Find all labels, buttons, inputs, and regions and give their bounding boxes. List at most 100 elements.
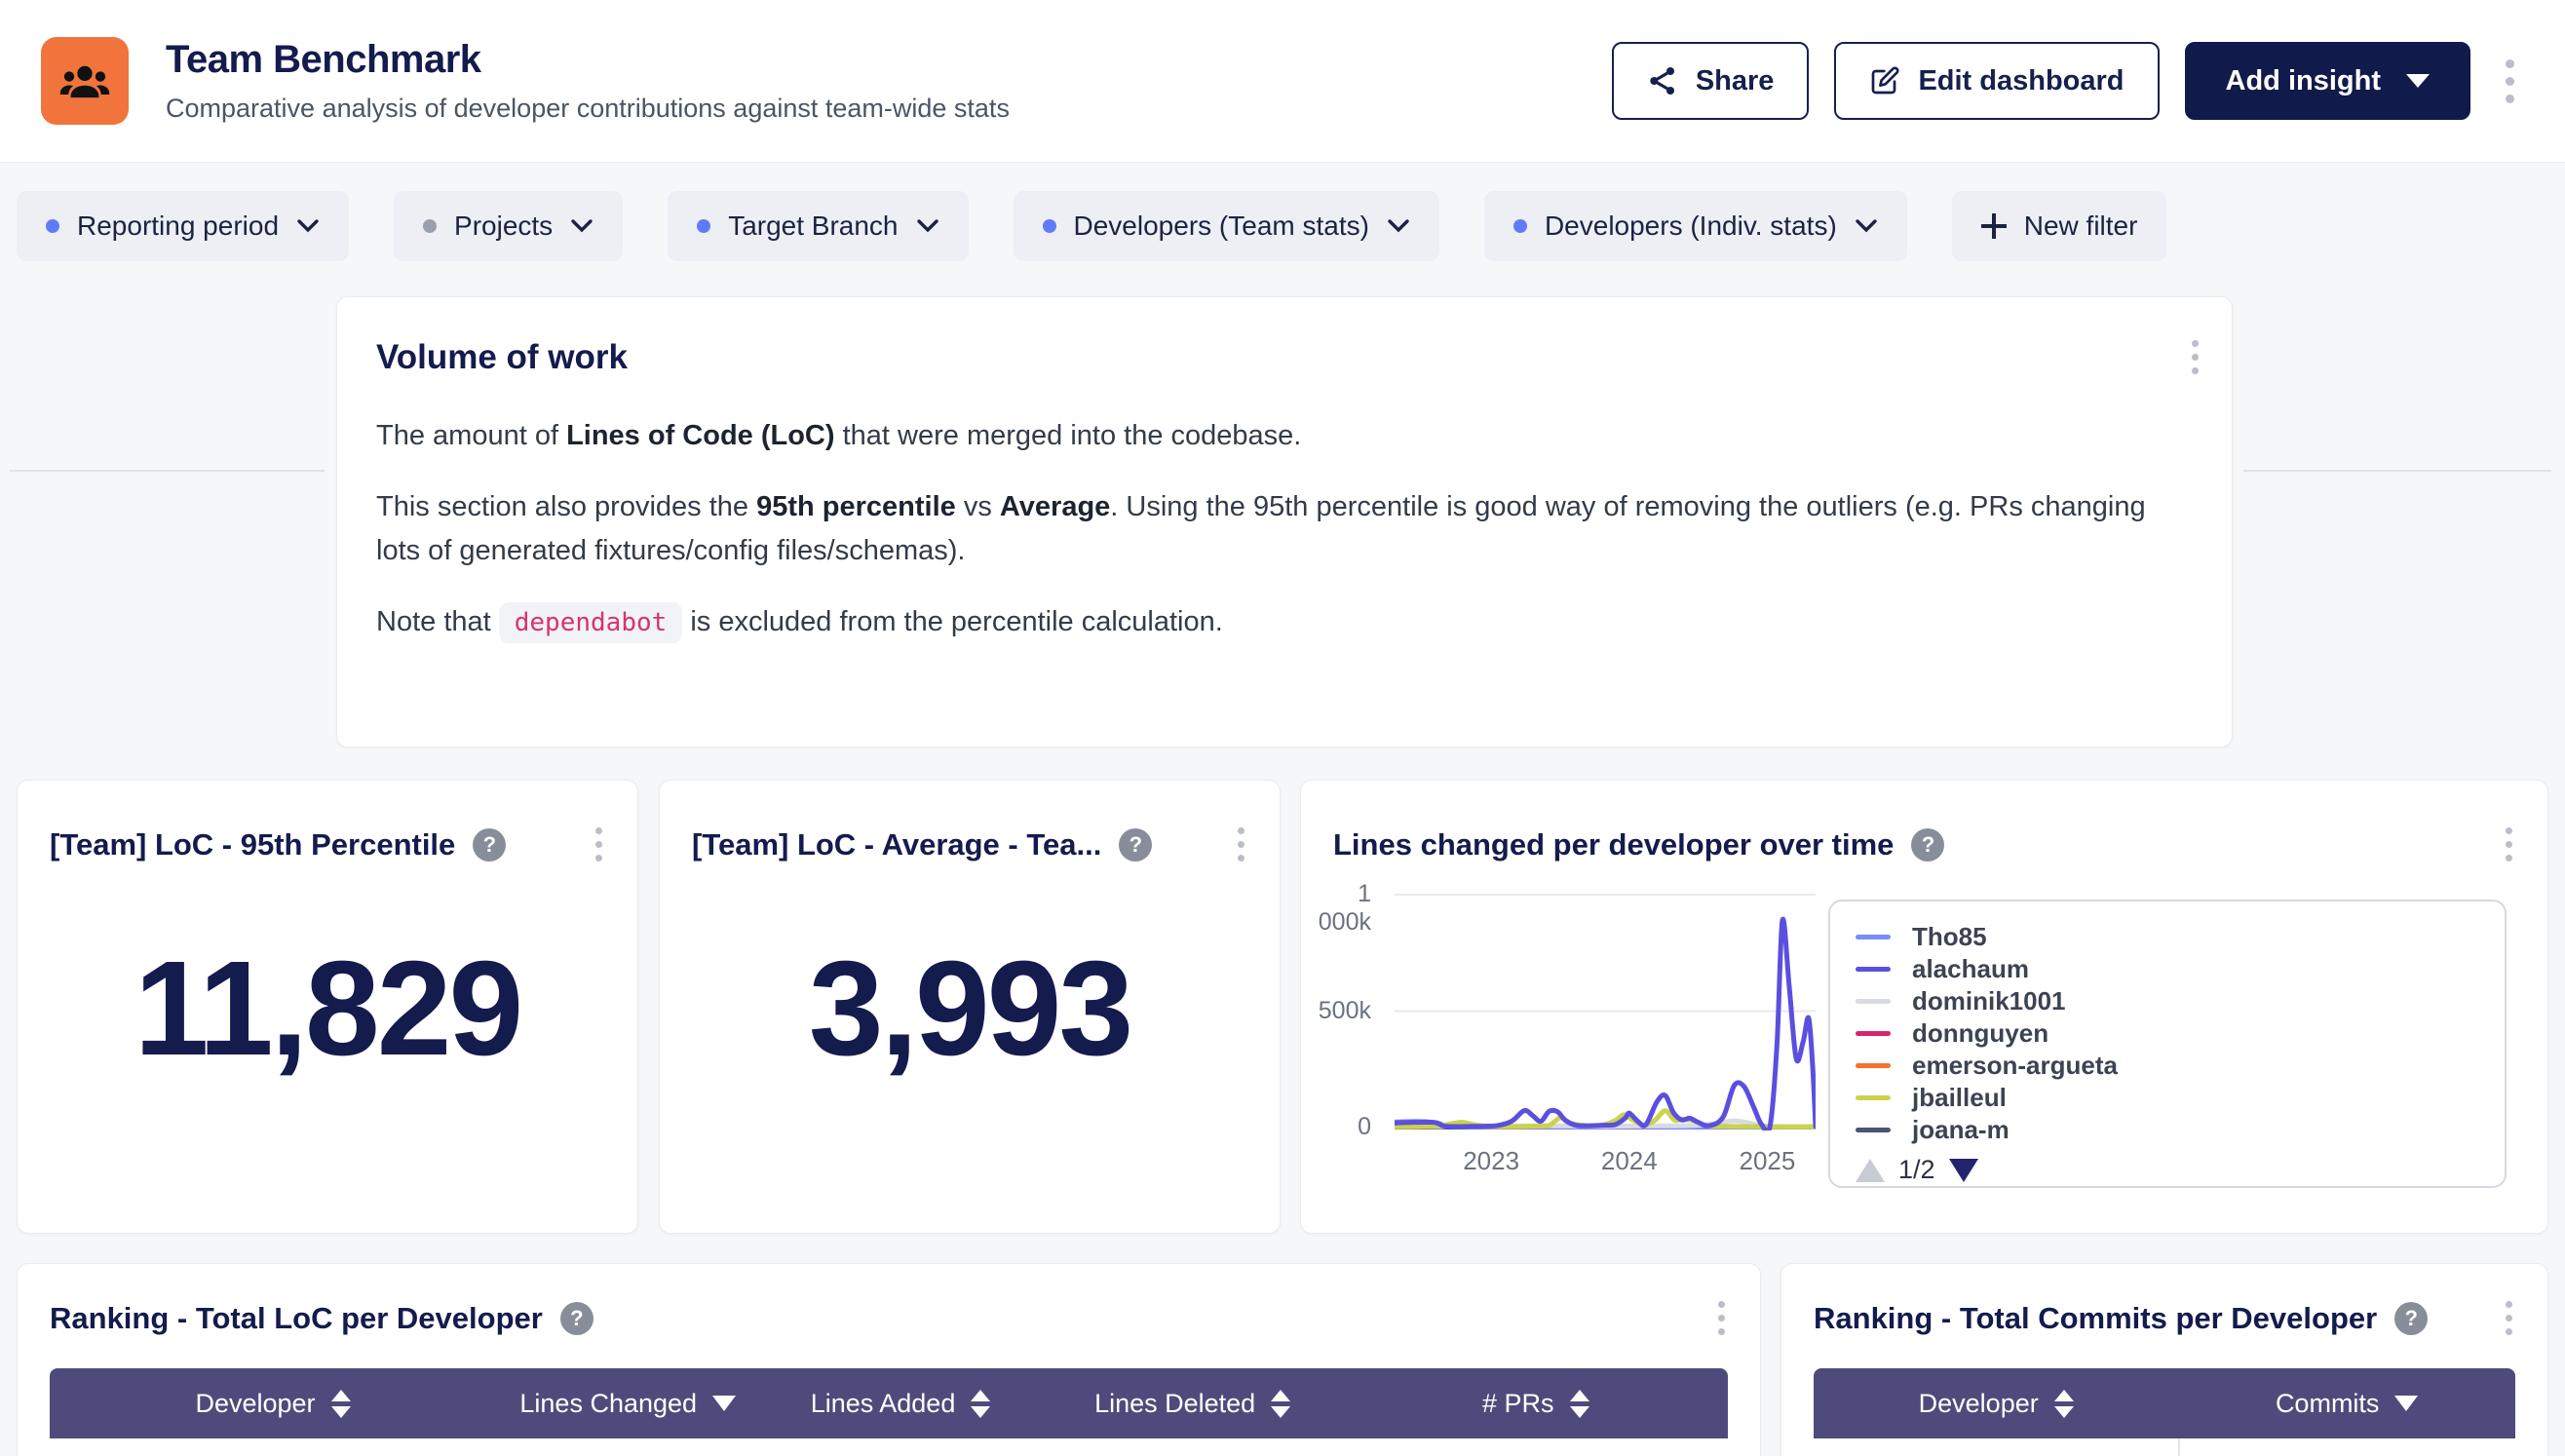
legend-item[interactable]: alachaum — [1856, 953, 2479, 985]
card-header: Lines changed per developer over time — [1301, 781, 2547, 869]
help-icon[interactable] — [1119, 828, 1152, 862]
chevron-down-icon — [916, 218, 939, 234]
team-people-icon — [58, 55, 111, 107]
column-header-lines-deleted[interactable]: Lines Deleted — [1042, 1389, 1344, 1419]
add-insight-label: Add insight — [2226, 65, 2381, 97]
ranking-loc-table: Developer Lines Changed Lines Added Line… — [50, 1368, 1728, 1456]
ranking-total-commits-card: Ranking - Total Commits per Developer De… — [1780, 1263, 2548, 1456]
filter-projects[interactable]: Projects — [394, 191, 623, 261]
legend-item[interactable]: Tho85 — [1856, 921, 2479, 953]
help-icon[interactable] — [2394, 1302, 2428, 1335]
page-kebab-menu[interactable] — [2496, 50, 2524, 113]
card-title: Ranking - Total LoC per Developer — [50, 1301, 543, 1336]
column-label: Developer — [195, 1389, 315, 1419]
help-icon[interactable] — [473, 828, 506, 862]
card-header: [Team] LoC - 95th Percentile — [18, 781, 637, 869]
chevron-down-icon — [570, 218, 593, 234]
dashboard-icon — [41, 37, 129, 125]
filter-bar: Reporting period Projects Target Branch … — [17, 191, 2166, 261]
volume-of-work-title: Volume of work — [376, 338, 2193, 377]
legend-items: Tho85 alachaum dominik1001 donnguyen eme… — [1856, 921, 2479, 1151]
sort-icon — [1570, 1390, 1589, 1418]
card-kebab-menu[interactable] — [2498, 1293, 2520, 1343]
volume-paragraph-2: This section also provides the 95th perc… — [376, 485, 2179, 573]
filter-reporting-period[interactable]: Reporting period — [17, 191, 349, 261]
new-filter-button[interactable]: New filter — [1952, 191, 2167, 261]
table-header-row: Developer Commits — [1814, 1368, 2515, 1438]
page-subtitle: Comparative analysis of developer contri… — [166, 94, 1010, 124]
plus-icon — [1981, 213, 2007, 239]
series-swatch — [1856, 1128, 1891, 1132]
table-header-row: Developer Lines Changed Lines Added Line… — [50, 1368, 1728, 1438]
table-row — [50, 1438, 1728, 1456]
filter-label: Projects — [454, 211, 553, 242]
card-kebab-menu[interactable] — [588, 820, 610, 869]
lines-changed-chart-card: Lines changed per developer over time 05… — [1300, 780, 2548, 1234]
legend-page-indicator: 1/2 — [1898, 1155, 1935, 1185]
edit-dashboard-label: Edit dashboard — [1918, 65, 2124, 97]
card-title: Ranking - Total Commits per Developer — [1814, 1301, 2377, 1336]
dependabot-code-chip: dependabot — [499, 602, 683, 643]
series-swatch — [1856, 1095, 1891, 1100]
sort-desc-icon — [2394, 1396, 2418, 1411]
filter-active-dot — [1513, 219, 1527, 233]
series-name: emerson-argueta — [1912, 1051, 2118, 1081]
column-label: Lines Deleted — [1094, 1389, 1255, 1419]
divider-line — [2243, 470, 2551, 472]
sort-desc-icon — [712, 1396, 736, 1411]
legend-page-down-icon[interactable] — [1949, 1159, 1978, 1182]
title-block: Team Benchmark Comparative analysis of d… — [166, 38, 1010, 124]
stat-value: 3,993 — [660, 932, 1280, 1087]
card-kebab-menu[interactable] — [2498, 820, 2520, 869]
developer-cell: tomazernour — [1814, 1438, 2178, 1456]
card-kebab-menu[interactable] — [2184, 332, 2206, 382]
stat-value: 11,829 — [18, 932, 637, 1087]
sort-icon — [331, 1390, 351, 1418]
column-label: Lines Changed — [519, 1389, 697, 1419]
legend-pagination: 1/2 — [1856, 1155, 2479, 1185]
legend-item[interactable]: mavica — [1856, 1146, 2479, 1151]
series-name: donnguyen — [1912, 1018, 2048, 1049]
column-header-developer[interactable]: Developer — [50, 1389, 496, 1419]
card-header: Ranking - Total LoC per Developer — [18, 1264, 1760, 1343]
legend-page-up-icon[interactable] — [1856, 1159, 1885, 1182]
help-icon[interactable] — [1911, 828, 1944, 862]
card-kebab-menu[interactable] — [1710, 1293, 1733, 1343]
add-insight-button[interactable]: Add insight — [2185, 42, 2470, 120]
page-title: Team Benchmark — [166, 38, 1010, 82]
stat-card-loc-95th-percentile: [Team] LoC - 95th Percentile 11,829 — [17, 780, 638, 1234]
column-header-commits[interactable]: Commits — [2178, 1389, 2515, 1419]
table-row[interactable]: tomazernour 260 — [1814, 1438, 2515, 1456]
dashboard-page: Team Benchmark Comparative analysis of d… — [0, 0, 2565, 1456]
legend-item[interactable]: emerson-argueta — [1856, 1050, 2479, 1082]
card-kebab-menu[interactable] — [1230, 820, 1252, 869]
series-name: mavica — [1912, 1147, 1998, 1151]
series-swatch — [1856, 935, 1891, 939]
column-label: Developer — [1919, 1389, 2039, 1419]
filter-developers-team-stats[interactable]: Developers (Team stats) — [1014, 191, 1439, 261]
chart-plot-area — [1395, 890, 1816, 1130]
series-swatch — [1856, 967, 1891, 972]
chevron-down-icon — [2406, 74, 2430, 88]
help-icon[interactable] — [560, 1302, 593, 1335]
text: The amount of — [376, 420, 566, 451]
volume-paragraph-3: Note that dependabot is excluded from th… — [376, 600, 2179, 644]
filter-target-branch[interactable]: Target Branch — [668, 191, 968, 261]
filter-active-dot — [46, 219, 59, 233]
filter-developers-indiv-stats[interactable]: Developers (Indiv. stats) — [1484, 191, 1907, 261]
commits-cell: 260 — [2178, 1438, 2515, 1456]
share-button[interactable]: Share — [1612, 42, 1810, 120]
column-header-lines-added[interactable]: Lines Added — [759, 1389, 1041, 1419]
text: vs — [956, 491, 1000, 522]
column-header-lines-changed[interactable]: Lines Changed — [496, 1389, 759, 1419]
legend-item[interactable]: dominik1001 — [1856, 985, 2479, 1017]
card-title: Lines changed per developer over time — [1333, 827, 1894, 862]
legend-item[interactable]: jbailleul — [1856, 1082, 2479, 1114]
legend-item[interactable]: donnguyen — [1856, 1017, 2479, 1050]
column-header-developer[interactable]: Developer — [1814, 1389, 2178, 1419]
ranking-commits-table: Developer Commits tomazernour 260 — [1814, 1368, 2515, 1456]
filter-label: Developers (Team stats) — [1074, 211, 1369, 242]
legend-item[interactable]: joana-m — [1856, 1114, 2479, 1146]
edit-dashboard-button[interactable]: Edit dashboard — [1834, 42, 2159, 120]
column-header-prs[interactable]: # PRs — [1344, 1389, 1728, 1419]
